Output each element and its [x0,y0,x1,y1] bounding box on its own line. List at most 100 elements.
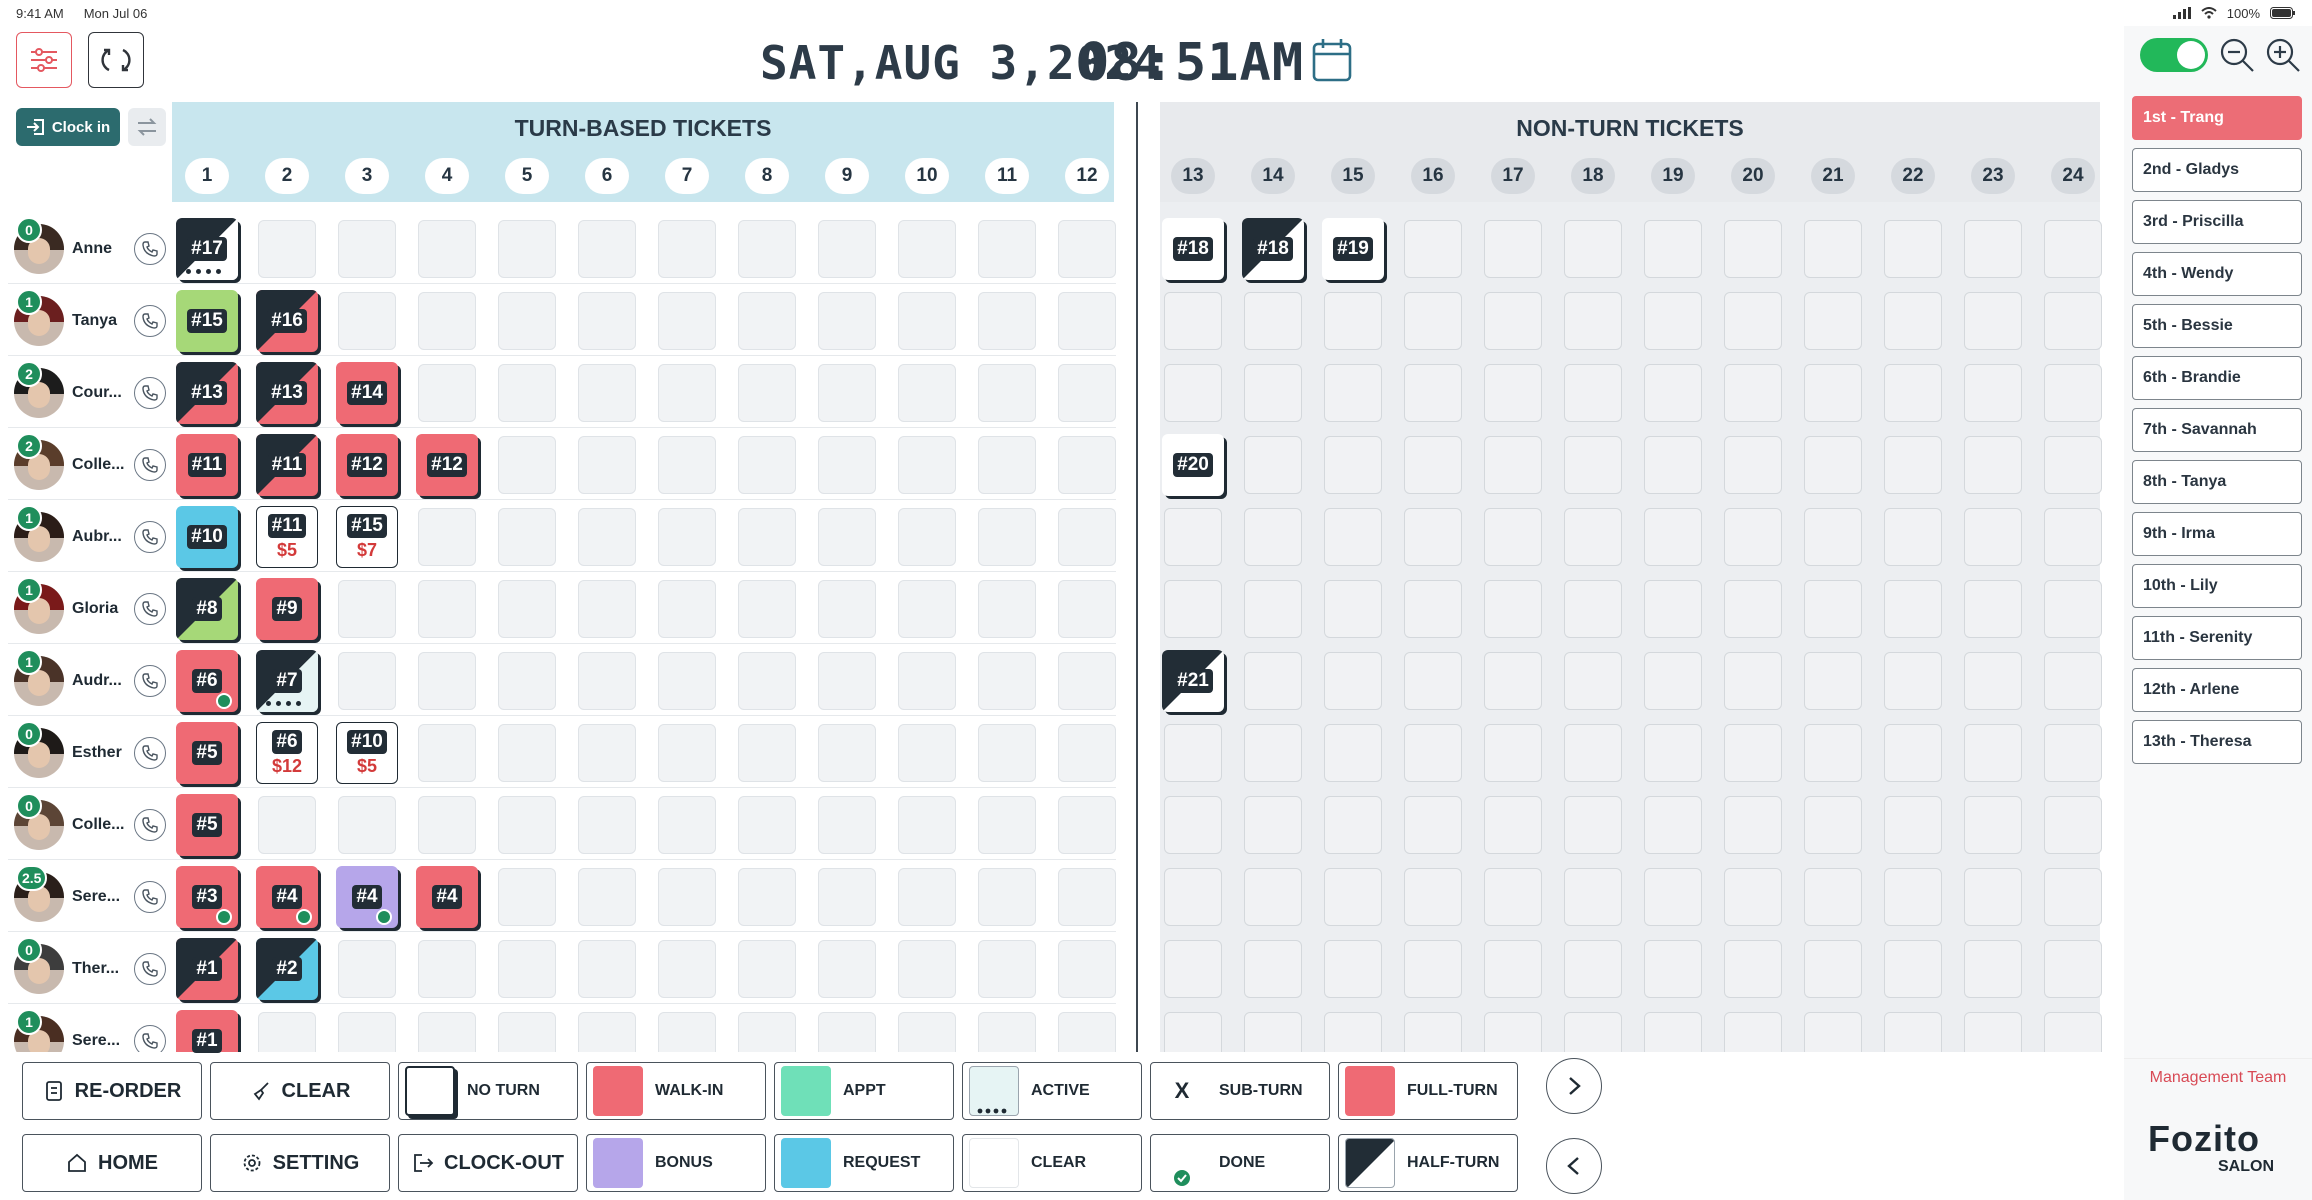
ticket-slot[interactable] [1804,508,1862,566]
ticket-slot[interactable] [738,220,796,278]
ticket-slot[interactable] [1324,868,1382,926]
ticket[interactable]: #4 [256,866,318,928]
ticket-slot[interactable] [498,364,556,422]
legend-item[interactable]: APPT [774,1062,954,1120]
ticket-slot[interactable] [1644,724,1702,782]
ticket-slot[interactable] [498,220,556,278]
ticket-slot[interactable] [1164,940,1222,998]
ticket-slot[interactable] [1058,940,1116,998]
clock-out-button[interactable]: CLOCK-OUT [398,1134,578,1192]
ticket-slot[interactable] [1484,364,1542,422]
ticket-slot[interactable] [1644,220,1702,278]
ticket-slot[interactable] [338,220,396,278]
ticket-slot[interactable] [1324,508,1382,566]
ticket-slot[interactable] [1564,436,1622,494]
ticket-slot[interactable] [1644,868,1702,926]
ticket-slot[interactable] [1804,220,1862,278]
legend-item[interactable]: WALK-IN [586,1062,766,1120]
ticket[interactable]: #4 [336,866,398,928]
ticket-slot[interactable] [1324,652,1382,710]
ticket-slot[interactable] [818,940,876,998]
ticket-slot[interactable] [2044,796,2102,854]
ticket-slot[interactable] [1058,796,1116,854]
clear-button[interactable]: CLEAR [210,1062,390,1120]
ticket-slot[interactable] [738,796,796,854]
ticket[interactable]: #14 [336,362,398,424]
ticket-slot[interactable] [1964,868,2022,926]
ticket-slot[interactable] [418,652,476,710]
ticket-slot[interactable] [1244,508,1302,566]
management-team-label[interactable]: Management Team [2124,1058,2312,1096]
ticket-slot[interactable] [1324,796,1382,854]
ticket-slot[interactable] [2044,292,2102,350]
ticket-slot[interactable] [1804,868,1862,926]
queue-item[interactable]: 9th - Irma [2132,512,2302,556]
ticket-slot[interactable] [1164,580,1222,638]
ticket-slot[interactable] [1058,436,1116,494]
queue-item[interactable]: 1st - Trang [2132,96,2302,140]
call-button[interactable] [134,593,166,625]
queue-item[interactable]: 13th - Theresa [2132,720,2302,764]
ticket-slot[interactable] [578,940,636,998]
call-button[interactable] [134,377,166,409]
ticket-slot[interactable] [658,580,716,638]
ticket-slot[interactable] [738,868,796,926]
queue-item[interactable]: 3rd - Priscilla [2132,200,2302,244]
ticket-slot[interactable] [1244,580,1302,638]
ticket[interactable]: #17 [176,218,238,280]
ticket-slot[interactable] [578,724,636,782]
ticket-slot[interactable] [1804,364,1862,422]
ticket-slot[interactable] [1964,796,2022,854]
ticket-slot[interactable] [1564,940,1622,998]
call-button[interactable] [134,809,166,841]
ticket-slot[interactable] [1244,436,1302,494]
ticket-slot[interactable] [1804,652,1862,710]
ticket-slot[interactable] [818,292,876,350]
employee-row[interactable]: 2.5 Sere... [12,865,172,929]
ticket-slot[interactable] [418,220,476,278]
ticket-slot[interactable] [1404,292,1462,350]
ticket-slot[interactable] [1724,940,1782,998]
next-page-button[interactable] [1546,1058,1602,1114]
ticket-slot[interactable] [1058,292,1116,350]
ticket-slot[interactable] [978,868,1036,926]
employee-row[interactable]: 0 Ther... [12,937,172,1001]
ticket-slot[interactable] [1404,724,1462,782]
ticket-slot[interactable] [898,508,956,566]
ticket-slot[interactable] [1564,508,1622,566]
ticket-slot[interactable] [1404,868,1462,926]
ticket-slot[interactable] [2044,580,2102,638]
ticket-slot[interactable] [2044,364,2102,422]
ticket-slot[interactable] [1244,940,1302,998]
employee-row[interactable]: 0 Esther [12,721,172,785]
ticket-slot[interactable] [1724,220,1782,278]
ticket-slot[interactable] [1404,220,1462,278]
ticket[interactable]: #7 [256,650,318,712]
ticket-slot[interactable] [1964,436,2022,494]
ticket-slot[interactable] [1884,508,1942,566]
ticket-slot[interactable] [978,364,1036,422]
ticket-slot[interactable] [1244,796,1302,854]
legend-item[interactable]: X SUB-TURN [1150,1062,1330,1120]
ticket-slot[interactable] [1724,580,1782,638]
ticket-slot[interactable] [498,580,556,638]
ticket-slot[interactable] [578,292,636,350]
ticket[interactable]: #18 [1242,218,1304,280]
employee-row[interactable]: 2 Colle... [12,433,172,497]
ticket-slot[interactable] [1324,436,1382,494]
ticket-slot[interactable] [978,508,1036,566]
ticket-slot[interactable] [1484,508,1542,566]
ticket-slot[interactable] [1644,508,1702,566]
ticket[interactable]: #10 $5 [336,722,398,784]
ticket-slot[interactable] [498,292,556,350]
home-button[interactable]: HOME [22,1134,202,1192]
ticket-slot[interactable] [738,580,796,638]
ticket-slot[interactable] [1644,652,1702,710]
ticket-slot[interactable] [898,724,956,782]
ticket-slot[interactable] [2044,868,2102,926]
ticket-slot[interactable] [1564,652,1622,710]
ticket[interactable]: #12 [416,434,478,496]
ticket[interactable]: #11 $5 [256,506,318,568]
ticket-slot[interactable] [338,292,396,350]
ticket[interactable]: #16 [256,290,318,352]
